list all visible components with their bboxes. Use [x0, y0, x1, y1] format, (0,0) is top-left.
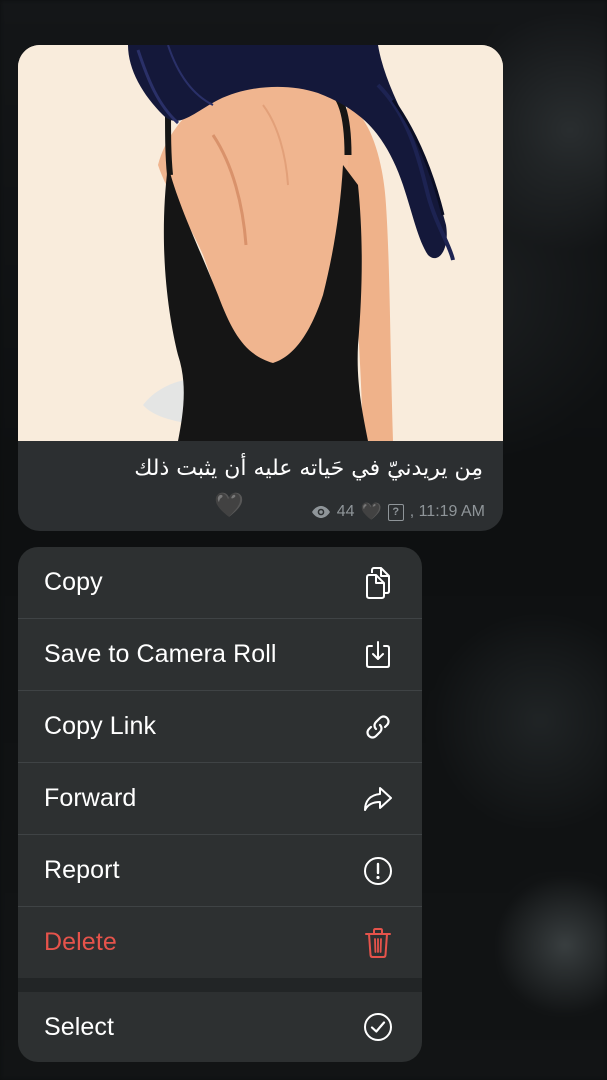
forward-arrow-icon — [362, 783, 394, 815]
menu-item-save-to-camera-roll[interactable]: Save to Camera Roll — [18, 619, 422, 690]
message-time: , 11:19 AM — [409, 503, 485, 520]
meta-heart-emoji: 🖤 — [360, 502, 382, 522]
menu-item-label: Report — [44, 856, 120, 884]
menu-item-label: Select — [44, 1012, 115, 1041]
message-photo[interactable] — [18, 45, 503, 441]
menu-item-copy[interactable]: Copy — [18, 547, 422, 618]
message-caption: مِن يريدنيّ في حَياته عليه أن يثبت ذلك — [134, 456, 483, 481]
exclamation-circle-icon — [362, 855, 394, 887]
menu-item-select[interactable]: Select — [18, 992, 422, 1062]
black-heart-emoji: 🖤 — [214, 491, 244, 519]
copy-icon — [362, 566, 394, 599]
view-count: 44 — [336, 503, 355, 520]
menu-item-label: Save to Camera Roll — [44, 640, 277, 668]
menu-item-label: Copy Link — [44, 712, 157, 740]
menu-item-label: Delete — [44, 928, 117, 956]
save-download-icon — [362, 639, 394, 671]
unknown-glyph-box: ? — [387, 503, 404, 521]
menu-item-copy-link[interactable]: Copy Link — [18, 691, 422, 762]
check-circle-icon — [362, 1011, 394, 1043]
menu-item-label: Copy — [44, 568, 103, 596]
photo-illustration — [18, 45, 503, 441]
menu-item-label: Forward — [44, 784, 137, 812]
message-bubble[interactable]: مِن يريدنيّ في حَياته عليه أن يثبت ذلك 🖤… — [18, 45, 503, 531]
menu-section-separator — [18, 978, 422, 992]
context-menu: Copy Save to Camera Roll Copy Link Forwa… — [18, 547, 422, 1062]
menu-item-forward[interactable]: Forward — [18, 763, 422, 834]
message-meta: 44 🖤? , 11:19 AM — [311, 502, 485, 522]
trash-icon — [362, 927, 394, 959]
link-icon — [362, 711, 394, 743]
views-eye-icon — [311, 506, 330, 518]
menu-item-report[interactable]: Report — [18, 835, 422, 906]
menu-item-delete[interactable]: Delete — [18, 907, 422, 978]
